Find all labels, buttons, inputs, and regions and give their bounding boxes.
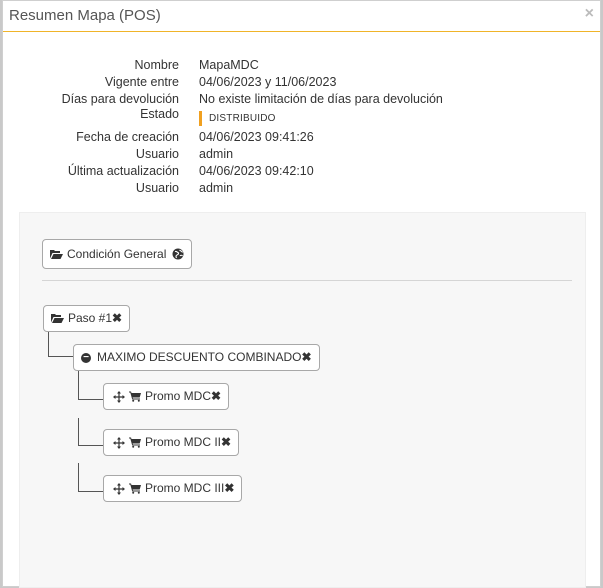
vigente-value: 04/06/2023 y 11/06/2023 bbox=[199, 75, 337, 89]
estado-label: Estado bbox=[140, 107, 179, 121]
usuario-label: Usuario bbox=[135, 181, 179, 195]
promo-label: Promo MDC III bbox=[145, 481, 225, 495]
promo-node[interactable]: Promo MDC III ✖ bbox=[103, 475, 243, 502]
cart-icon bbox=[129, 483, 141, 494]
usuario-value: admin bbox=[199, 181, 234, 195]
group-node[interactable]: − MAXIMO DESCUENTO COMBINADO ✖ bbox=[73, 344, 320, 371]
remove-icon[interactable]: ✖ bbox=[301, 345, 311, 370]
tree-connector bbox=[78, 418, 104, 446]
move-arrows-icon[interactable] bbox=[113, 436, 125, 449]
step-label: Paso #1 bbox=[68, 311, 113, 325]
cart-icon bbox=[129, 391, 141, 402]
move-arrows-icon[interactable] bbox=[113, 482, 125, 495]
minus-circle-icon[interactable]: − bbox=[81, 352, 91, 363]
nombre-label: Nombre bbox=[134, 58, 179, 72]
usuario-value: admin bbox=[199, 147, 234, 161]
remove-icon[interactable]: ✖ bbox=[211, 384, 221, 409]
nombre-value: MapaMDC bbox=[199, 58, 259, 72]
info-row-creacion: Fecha de creación 04/06/2023 09:41:26 bbox=[3, 130, 602, 147]
remove-icon[interactable]: ✖ bbox=[112, 306, 122, 331]
folder-open-icon bbox=[51, 313, 64, 324]
promo-label: Promo MDC bbox=[145, 389, 212, 403]
tree-connector bbox=[78, 371, 104, 400]
map-info: Nombre MapaMDC Vigente entre 04/06/2023 … bbox=[3, 58, 602, 198]
general-condition-label: Condición General bbox=[67, 247, 167, 261]
dias-label: Días para devolución bbox=[61, 92, 179, 106]
remove-icon[interactable]: ✖ bbox=[221, 430, 231, 455]
usuario-label: Usuario bbox=[135, 147, 179, 161]
remove-icon[interactable]: ✖ bbox=[224, 476, 234, 501]
info-row-vigente: Vigente entre 04/06/2023 y 11/06/2023 bbox=[3, 75, 602, 92]
divider bbox=[42, 280, 572, 281]
info-row-nombre: Nombre MapaMDC bbox=[3, 58, 602, 75]
summary-modal: Resumen Mapa (POS) × Nombre MapaMDC Vige… bbox=[2, 0, 602, 588]
modal-header: Resumen Mapa (POS) × bbox=[3, 1, 600, 32]
globe-icon[interactable] bbox=[172, 248, 184, 260]
promo-node[interactable]: Promo MDC II ✖ bbox=[103, 429, 240, 456]
general-condition-node[interactable]: Condición General bbox=[42, 239, 193, 269]
tree-connector bbox=[78, 463, 104, 492]
creacion-value: 04/06/2023 09:41:26 bbox=[199, 130, 314, 144]
status-badge: DISTRIBUIDO bbox=[199, 111, 276, 126]
promo-node[interactable]: Promo MDC ✖ bbox=[103, 383, 230, 410]
info-row-estado: Estado DISTRIBUIDO bbox=[3, 107, 602, 130]
dias-value: No existe limitación de días para devolu… bbox=[199, 92, 443, 106]
close-icon[interactable]: × bbox=[585, 6, 594, 22]
creacion-label: Fecha de creación bbox=[76, 130, 179, 144]
modal-title: Resumen Mapa (POS) bbox=[9, 7, 161, 24]
tree-connector bbox=[48, 332, 74, 357]
info-row-usuario-creacion: Usuario admin bbox=[3, 147, 602, 164]
vigente-label: Vigente entre bbox=[104, 75, 179, 89]
promo-label: Promo MDC II bbox=[145, 435, 222, 449]
cart-icon bbox=[129, 437, 141, 448]
folder-open-icon bbox=[50, 249, 63, 260]
group-label: MAXIMO DESCUENTO COMBINADO bbox=[97, 350, 302, 364]
info-row-usuario-actualizacion: Usuario admin bbox=[3, 181, 602, 198]
actualizacion-value: 04/06/2023 09:42:10 bbox=[199, 164, 314, 178]
info-row-dias: Días para devolución No existe limitació… bbox=[3, 92, 602, 109]
step-node[interactable]: Paso #1 ✖ bbox=[43, 305, 131, 332]
info-row-actualizacion: Última actualización 04/06/2023 09:42:10 bbox=[3, 164, 602, 181]
move-arrows-icon[interactable] bbox=[113, 390, 125, 403]
actualizacion-label: Última actualización bbox=[67, 164, 179, 178]
tree-panel: Condición General Paso #1 ✖ − MAXIMO DESC… bbox=[19, 212, 586, 588]
